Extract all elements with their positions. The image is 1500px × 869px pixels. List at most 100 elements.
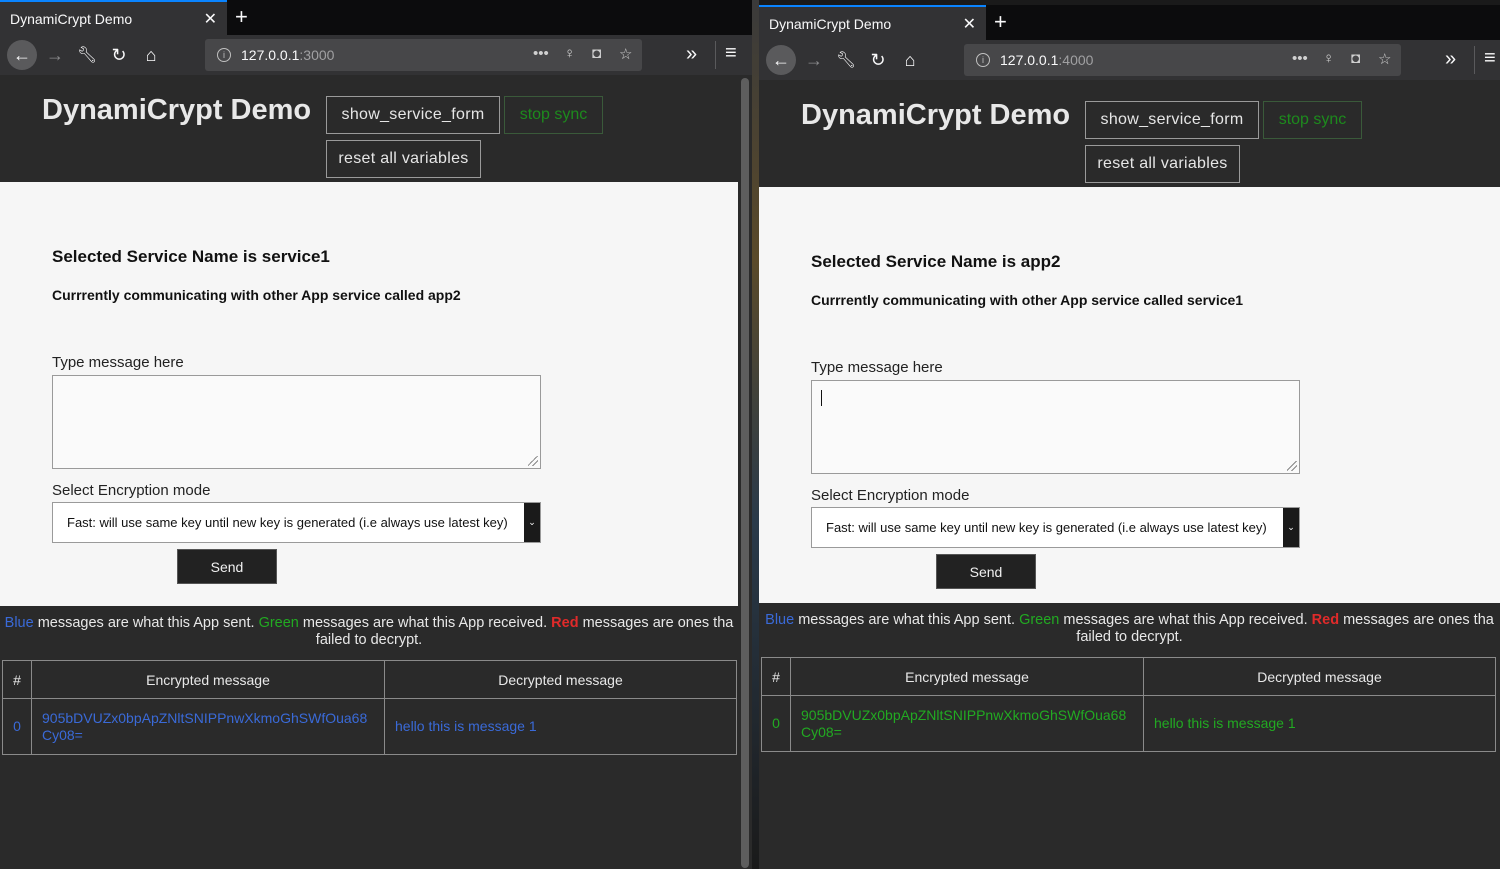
overflow-icon[interactable]: » (686, 43, 697, 66)
send-button[interactable]: Send (936, 554, 1036, 589)
reset-all-variables-button[interactable]: reset all variables (1085, 145, 1240, 183)
color-legend: Blue messages are what this App sent. Gr… (0, 615, 738, 649)
communicating-text: Currrently communicating with other App … (811, 292, 1244, 308)
star-icon[interactable]: ☆ (1378, 50, 1391, 68)
info-icon[interactable]: i (976, 53, 990, 67)
color-legend: Blue messages are what this App sent. Gr… (759, 612, 1500, 646)
dropdown-arrow-icon[interactable]: ⌄ (524, 503, 540, 542)
service-heading: Selected Service Name is service1 (52, 247, 330, 266)
legend-blue-text: messages are what this App sent. (794, 612, 1020, 628)
message-label: Type message here (52, 354, 184, 371)
reset-all-variables-button[interactable]: reset all variables (326, 140, 481, 178)
page-content: DynamiCrypt Demo show_service_form stop … (759, 80, 1500, 869)
legend-line2: failed to decrypt. (315, 632, 423, 648)
dropdown-arrow-icon[interactable]: ⌄ (1283, 508, 1299, 547)
wrench-icon[interactable]: 🔧︎ (72, 40, 102, 70)
page-content: DynamiCrypt Demo show_service_form stop … (0, 75, 752, 869)
row-index: 0 (761, 695, 791, 752)
col-encrypted: Encrypted message (31, 660, 385, 699)
forward-icon[interactable]: → (799, 45, 829, 75)
home-icon[interactable]: ⌂ (136, 40, 166, 70)
overflow-icon[interactable]: » (1445, 48, 1456, 71)
encryption-selected: Fast: will use same key until new key is… (67, 515, 508, 530)
legend-line2: failed to decrypt. (1076, 629, 1183, 645)
encryption-selected: Fast: will use same key until new key is… (826, 520, 1267, 535)
show-service-form-button[interactable]: show_service_form (1085, 101, 1259, 139)
more-icon[interactable]: ••• (533, 45, 549, 62)
encryption-mode-select[interactable]: Fast: will use same key until new key is… (811, 507, 1300, 548)
messages-table: # Encrypted message Decrypted message 0 … (761, 657, 1496, 752)
table-row: 0 905bDVUZx0bpApZNltSNIPPnwXkmoGhSWfOua6… (2, 698, 737, 755)
row-decrypted: hello this is message 1 (384, 698, 737, 755)
nav-separator (715, 41, 716, 69)
url-host: 127.0.0.1 (1000, 52, 1059, 68)
pocket-icon[interactable]: ◘ (1351, 50, 1360, 67)
legend-red-text: messages are ones tha (1339, 612, 1494, 628)
legend-red: Red (551, 615, 579, 631)
url-bar[interactable]: i 127.0.0.1:3000 ••• ♀ ◘ ☆ (205, 39, 642, 71)
close-icon[interactable]: ✕ (963, 14, 976, 34)
home-icon[interactable]: ⌂ (895, 45, 925, 75)
close-icon[interactable]: ✕ (204, 9, 217, 29)
bulb-icon[interactable]: ♀ (564, 45, 575, 62)
menu-icon[interactable]: ≡ (1484, 47, 1496, 70)
resize-handle[interactable] (1287, 461, 1297, 471)
row-index: 0 (2, 698, 32, 755)
col-index: # (761, 657, 791, 696)
legend-blue-text: messages are what this App sent. (33, 615, 259, 631)
browser-window-right: DynamiCrypt Demo ✕ + ← → 🔧︎ ↻ ⌂ i 127.0.… (759, 0, 1500, 869)
row-decrypted: hello this is message 1 (1143, 695, 1496, 752)
stop-sync-button[interactable]: stop sync (1263, 101, 1362, 139)
col-encrypted: Encrypted message (790, 657, 1144, 696)
show-service-form-button[interactable]: show_service_form (326, 96, 500, 134)
browser-tab[interactable]: DynamiCrypt Demo ✕ (759, 5, 986, 40)
url-bar[interactable]: i 127.0.0.1:4000 ••• ♀ ◘ ☆ (964, 44, 1401, 76)
row-encrypted: 905bDVUZx0bpApZNltSNIPPnwXkmoGhSWfOua68 … (790, 695, 1144, 752)
scrollbar-thumb[interactable] (741, 78, 749, 868)
text-caret (821, 390, 822, 406)
col-decrypted: Decrypted message (384, 660, 737, 699)
plus-icon[interactable]: + (994, 9, 1007, 35)
back-icon[interactable]: ← (7, 40, 37, 70)
legend-blue: Blue (765, 612, 795, 628)
browser-tab[interactable]: DynamiCrypt Demo ✕ (0, 0, 227, 35)
star-icon[interactable]: ☆ (619, 45, 632, 63)
legend-red-text: messages are ones tha (578, 615, 734, 631)
encryption-mode-select[interactable]: Fast: will use same key until new key is… (52, 502, 541, 543)
message-textarea[interactable] (52, 375, 541, 469)
forward-icon[interactable]: → (40, 40, 70, 70)
pocket-icon[interactable]: ◘ (592, 45, 601, 62)
bulb-icon[interactable]: ♀ (1323, 50, 1334, 67)
service-panel: Selected Service Name is service1 Currre… (0, 182, 738, 606)
messages-table: # Encrypted message Decrypted message 0 … (2, 660, 737, 755)
service-heading: Selected Service Name is app2 (811, 252, 1061, 271)
back-icon[interactable]: ← (766, 45, 796, 75)
stop-sync-button[interactable]: stop sync (504, 96, 603, 134)
tab-bar: DynamiCrypt Demo ✕ + (0, 0, 752, 35)
col-decrypted: Decrypted message (1143, 657, 1496, 696)
legend-green: Green (258, 615, 299, 631)
more-icon[interactable]: ••• (1292, 50, 1308, 67)
send-button[interactable]: Send (177, 549, 277, 584)
reload-icon[interactable]: ↻ (104, 40, 134, 70)
legend-green-text: messages are what this App received. (298, 615, 552, 631)
message-textarea[interactable] (811, 380, 1300, 474)
encryption-label: Select Encryption mode (811, 487, 970, 504)
url-host: 127.0.0.1 (241, 47, 300, 63)
wrench-icon[interactable]: 🔧︎ (831, 45, 861, 75)
tab-title: DynamiCrypt Demo (10, 10, 133, 27)
legend-green: Green (1019, 612, 1060, 628)
window-top-edge (759, 0, 1500, 5)
resize-handle[interactable] (528, 456, 538, 466)
scrollbar[interactable] (738, 75, 752, 869)
row-encrypted: 905bDVUZx0bpApZNltSNIPPnwXkmoGhSWfOua68 … (31, 698, 385, 755)
table-row: 0 905bDVUZx0bpApZNltSNIPPnwXkmoGhSWfOua6… (761, 695, 1496, 752)
window-divider (752, 0, 759, 869)
reload-icon[interactable]: ↻ (863, 45, 893, 75)
info-icon[interactable]: i (217, 48, 231, 62)
plus-icon[interactable]: + (235, 4, 248, 30)
service-panel: Selected Service Name is app2 Currrently… (759, 187, 1500, 603)
legend-red: Red (1311, 612, 1340, 628)
encryption-label: Select Encryption mode (52, 482, 211, 499)
menu-icon[interactable]: ≡ (725, 42, 737, 65)
